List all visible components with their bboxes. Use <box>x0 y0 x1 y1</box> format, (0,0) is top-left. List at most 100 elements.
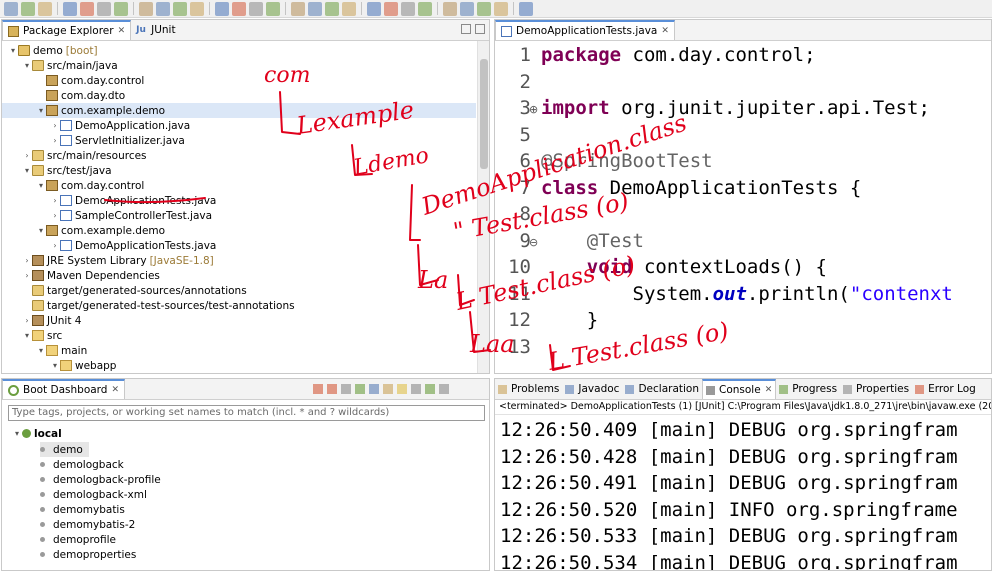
expand-arrow-icon[interactable]: › <box>22 151 32 160</box>
dashboard-tool-icon[interactable] <box>355 384 365 394</box>
dashboard-app-item[interactable]: demomybatis-2 <box>40 517 135 532</box>
code-line[interactable]: @SpringBootTest <box>541 150 713 172</box>
dashboard-tool-icon[interactable] <box>369 384 379 394</box>
expand-arrow-icon[interactable]: ▾ <box>36 346 46 355</box>
tree-item[interactable]: WEB-INF <box>2 373 476 374</box>
dashboard-tool-icon[interactable] <box>411 384 421 394</box>
tree-item[interactable]: ▾ main <box>2 343 476 358</box>
tree-item[interactable]: ▾ demo [boot] <box>2 43 476 58</box>
tab-boot-dashboard[interactable]: Boot Dashboard ✕ <box>2 379 126 399</box>
fold-marker-icon[interactable]: ⊕ <box>529 103 538 116</box>
expand-arrow-icon[interactable]: ▾ <box>22 61 32 70</box>
close-icon[interactable]: ✕ <box>118 26 126 36</box>
code-line[interactable]: } <box>541 309 598 331</box>
toolbar-button-icon[interactable] <box>215 1 229 16</box>
vertical-scrollbar[interactable] <box>477 41 489 373</box>
toolbar-button-icon[interactable] <box>519 1 533 16</box>
tab-editor-file[interactable]: DemoApplicationTests.java ✕ <box>495 20 675 40</box>
dashboard-app-item[interactable]: demologback-profile <box>40 472 161 487</box>
tree-item[interactable]: ▾ com.day.control <box>2 178 476 193</box>
toolbar-button-icon[interactable] <box>291 1 305 16</box>
expand-arrow-icon[interactable]: ▾ <box>22 331 32 340</box>
toolbar-button-icon[interactable] <box>367 1 381 16</box>
tree-item[interactable]: › ServletInitializer.java <box>2 133 476 148</box>
tree-item[interactable]: target/generated-sources/annotations <box>2 283 476 298</box>
tree-item[interactable]: com.day.control <box>2 73 476 88</box>
scrollbar-thumb[interactable] <box>480 59 488 169</box>
tree-item[interactable]: › JUnit 4 <box>2 313 476 328</box>
tree-item[interactable]: ▾ src/test/java <box>2 163 476 178</box>
toolbar-button-icon[interactable] <box>80 1 94 16</box>
minimize-icon[interactable] <box>461 24 471 34</box>
tab-junit[interactable]: Ju JUnit <box>131 20 180 40</box>
toolbar-button-icon[interactable] <box>139 1 153 16</box>
toolbar-button-icon[interactable] <box>494 1 508 16</box>
dashboard-app-item[interactable]: demomybatis <box>40 502 125 517</box>
tree-item[interactable]: ▾ com.example.demo <box>2 223 476 238</box>
close-icon[interactable]: ✕ <box>111 385 119 395</box>
tree-item[interactable]: › DemoApplicationTests.java <box>2 238 476 253</box>
fold-marker-icon[interactable]: ⊖ <box>529 236 538 249</box>
expand-arrow-icon[interactable]: ▾ <box>22 166 32 175</box>
expand-arrow-icon[interactable]: › <box>50 196 60 205</box>
tab-error-log[interactable]: Error Log <box>912 379 979 399</box>
dashboard-tool-icon[interactable] <box>397 384 407 394</box>
code-editor[interactable]: 1 2 3 5 6 7 8 9 10 11 12 13 ⊕ ⊖ package com.day.contr… <box>495 41 991 373</box>
tree-item[interactable]: com.day.dto <box>2 88 476 103</box>
dashboard-app-item[interactable]: demologback-xml <box>40 487 147 502</box>
expand-arrow-icon[interactable]: › <box>50 136 60 145</box>
tab-package-explorer[interactable]: Package Explorer ✕ <box>2 20 132 40</box>
code-line[interactable]: class DemoApplicationTests { <box>541 177 861 199</box>
tree-item[interactable]: target/generated-test-sources/test-annot… <box>2 298 476 313</box>
code-line[interactable]: import org.junit.jupiter.api.Test; <box>541 97 930 119</box>
toolbar-button-icon[interactable] <box>266 1 280 16</box>
chevron-down-icon[interactable]: ▾ <box>12 429 22 438</box>
toolbar-button-icon[interactable] <box>477 1 491 16</box>
close-icon[interactable]: ✕ <box>765 385 773 395</box>
expand-arrow-icon[interactable]: › <box>50 121 60 130</box>
console-output[interactable]: 12:26:50.409 [main] DEBUG org.springfram… <box>495 416 991 570</box>
dashboard-tool-icon[interactable] <box>425 384 435 394</box>
code-line[interactable]: package com.day.control; <box>541 44 816 66</box>
toolbar-button-icon[interactable] <box>418 1 432 16</box>
dashboard-tool-icon[interactable] <box>439 384 449 394</box>
tree-item[interactable]: › SampleControllerTest.java <box>2 208 476 223</box>
toolbar-button-icon[interactable] <box>249 1 263 16</box>
dashboard-app-item[interactable]: demo <box>40 442 89 457</box>
tree-item[interactable]: ▾ src <box>2 328 476 343</box>
tab-progress[interactable]: Progress <box>776 379 840 399</box>
toolbar-button-icon[interactable] <box>63 1 77 16</box>
tree-item[interactable]: ▾ webapp <box>2 358 476 373</box>
expand-arrow-icon[interactable]: ▾ <box>50 361 60 370</box>
toolbar-button-icon[interactable] <box>232 1 246 16</box>
expand-arrow-icon[interactable]: ▾ <box>36 226 46 235</box>
expand-arrow-icon[interactable]: ▾ <box>36 181 46 190</box>
tree-item[interactable]: › JRE System Library [JavaSE-1.8] <box>2 253 476 268</box>
tree-item[interactable]: ▾ src/main/java <box>2 58 476 73</box>
dashboard-tool-icon[interactable] <box>313 384 323 394</box>
tree-item[interactable]: › DemoApplicationTests.java <box>2 193 476 208</box>
toolbar-button-icon[interactable] <box>21 1 35 16</box>
expand-arrow-icon[interactable]: › <box>50 241 60 250</box>
dashboard-app-item[interactable]: demoprofile <box>40 532 116 547</box>
expand-arrow-icon[interactable]: › <box>50 211 60 220</box>
tab-console[interactable]: Console ✕ <box>702 379 777 399</box>
tab-declaration[interactable]: Declaration <box>622 379 702 399</box>
toolbar-button-icon[interactable] <box>401 1 415 16</box>
tree-item[interactable]: › DemoApplication.java <box>2 118 476 133</box>
expand-arrow-icon[interactable]: › <box>22 256 32 265</box>
code-line[interactable]: @Test <box>541 230 644 252</box>
dashboard-app-item[interactable]: demoproperties <box>40 547 136 562</box>
tree-item[interactable]: › Maven Dependencies <box>2 268 476 283</box>
toolbar-button-icon[interactable] <box>384 1 398 16</box>
expand-arrow-icon[interactable]: ▾ <box>8 46 18 55</box>
expand-arrow-icon[interactable]: › <box>22 271 32 280</box>
code-line[interactable]: void contextLoads() { <box>541 256 827 278</box>
dashboard-app-item[interactable]: demologback <box>40 457 124 472</box>
code-area[interactable]: package com.day.control; import org.junit… <box>541 41 991 373</box>
toolbar-button-icon[interactable] <box>443 1 457 16</box>
toolbar-button-icon[interactable] <box>38 1 52 16</box>
toolbar-button-icon[interactable] <box>114 1 128 16</box>
dashboard-tool-icon[interactable] <box>383 384 393 394</box>
toolbar-button-icon[interactable] <box>190 1 204 16</box>
